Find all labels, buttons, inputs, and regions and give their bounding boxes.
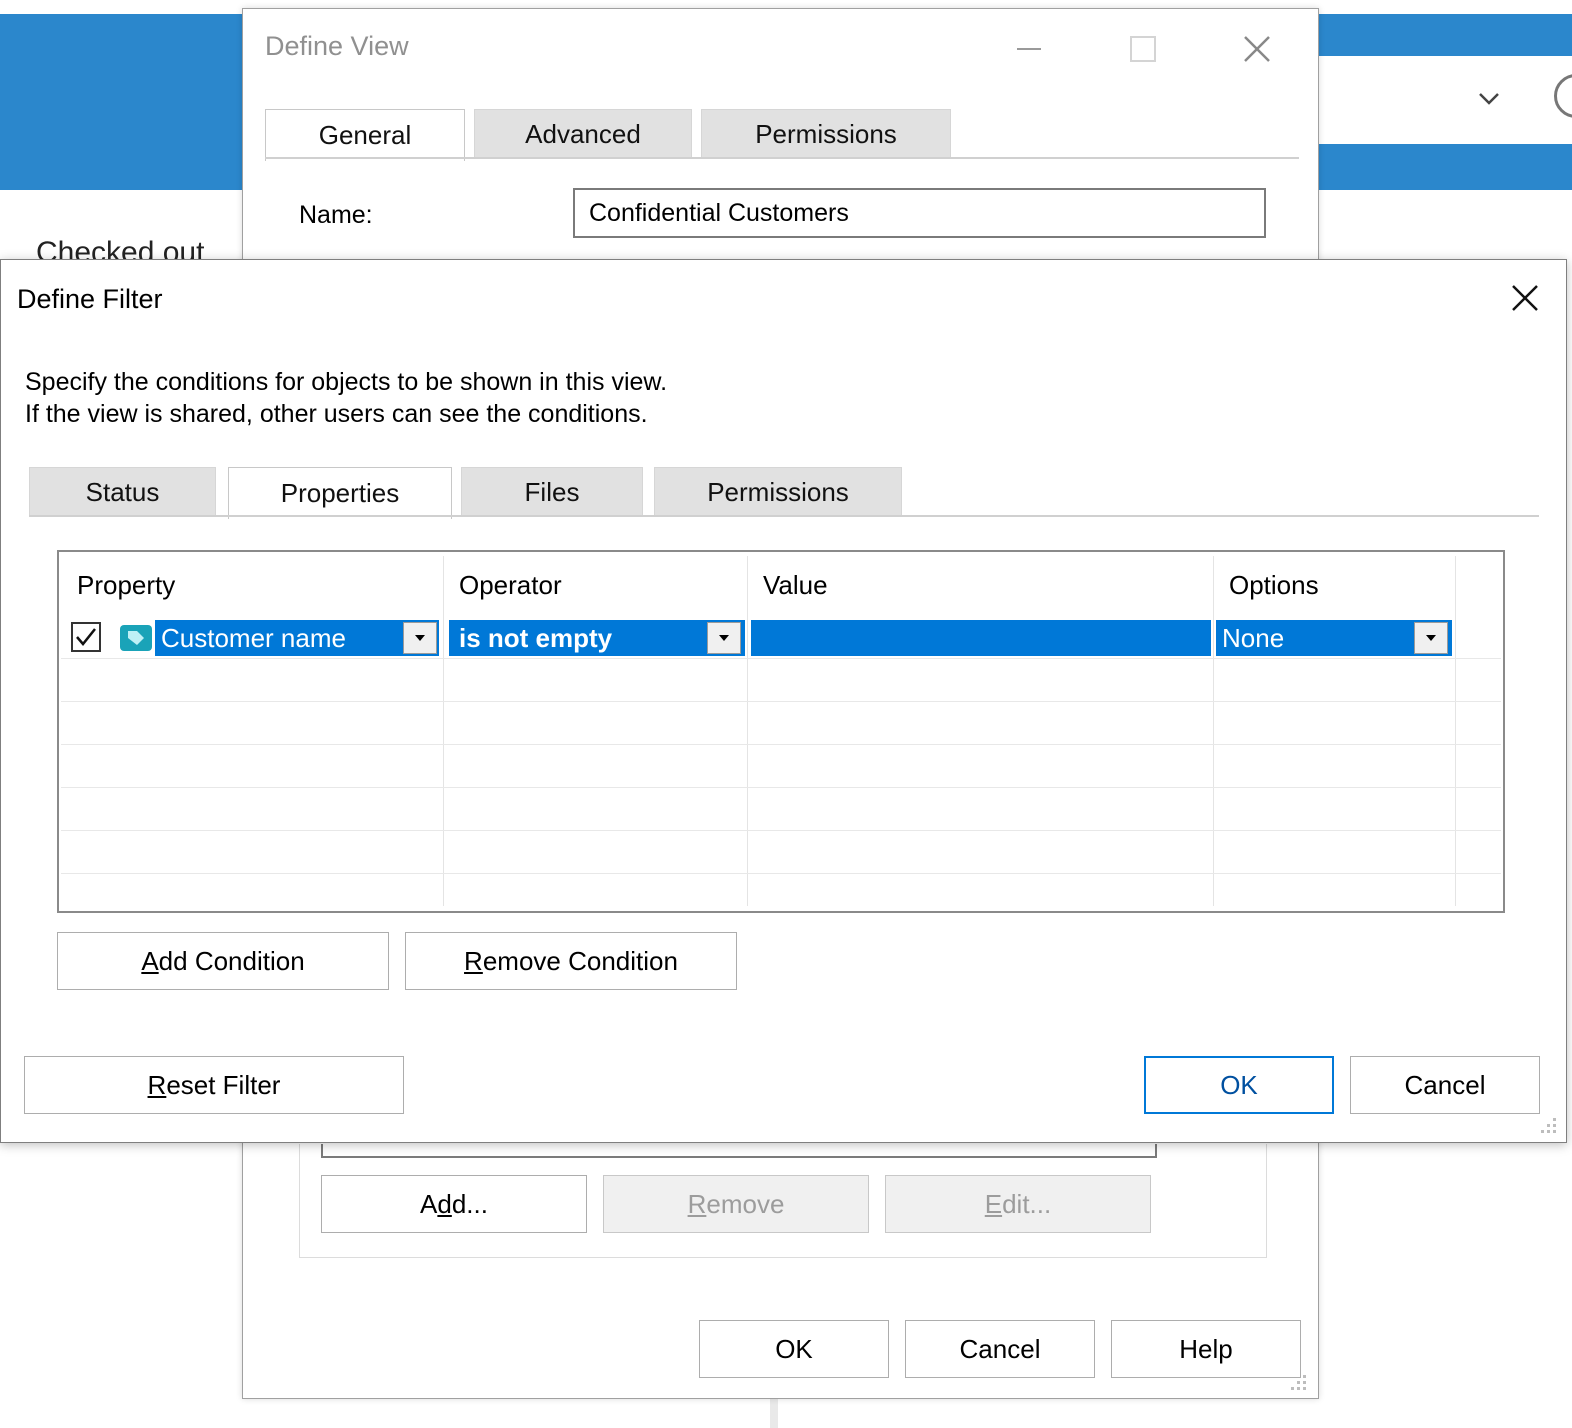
resize-grip-icon[interactable] <box>1535 1112 1559 1136</box>
column-header-operator[interactable]: Operator <box>459 570 562 601</box>
checkbox-checked-icon[interactable] <box>71 622 101 652</box>
property-cell[interactable]: Customer name <box>155 620 439 656</box>
reset-filter-label-accel: R <box>147 1069 167 1100</box>
add-button-label-accel: d <box>437 1188 452 1219</box>
add-condition-label-post: dd Condition <box>158 945 305 976</box>
resize-grip-icon[interactable] <box>1285 1369 1309 1393</box>
column-separator <box>1455 556 1456 906</box>
background-divider <box>770 1398 778 1428</box>
add-condition-label-accel: A <box>141 945 159 976</box>
column-header-options[interactable]: Options <box>1229 570 1319 601</box>
define-filter-title: Define Filter <box>17 284 163 314</box>
define-filter-dialog: Define Filter Specify the conditions for… <box>0 259 1567 1143</box>
tab-status[interactable]: Status <box>29 467 216 517</box>
define-view-title: Define View <box>265 31 409 61</box>
tab-general[interactable]: General <box>265 109 465 161</box>
tab-files[interactable]: Files <box>461 467 643 517</box>
app-header-search-area <box>1318 56 1572 144</box>
conditions-grid[interactable]: Property Operator Value Options Customer… <box>57 550 1505 913</box>
edit-button-label-post: dit... <box>1002 1188 1052 1219</box>
row-separator <box>61 701 1501 702</box>
add-button-label-post: d... <box>451 1188 488 1219</box>
column-header-value[interactable]: Value <box>763 570 828 601</box>
ok-button[interactable]: OK <box>1144 1056 1334 1114</box>
name-label: Name: <box>299 201 373 229</box>
row-separator <box>61 873 1501 874</box>
remove-button[interactable]: Remove <box>603 1175 869 1233</box>
remove-button-label-post: emove <box>706 1188 785 1219</box>
add-button-label-pre: A <box>420 1188 438 1219</box>
row-separator <box>61 744 1501 745</box>
remove-condition-label-post: emove Condition <box>482 945 678 976</box>
filter-description-line2: If the view is shared, other users can s… <box>25 400 648 428</box>
edit-button[interactable]: Edit... <box>885 1175 1151 1233</box>
reset-filter-label-post: eset Filter <box>166 1069 281 1100</box>
view-ok-button[interactable]: OK <box>699 1320 889 1378</box>
tab-properties[interactable]: Properties <box>228 467 452 519</box>
help-button[interactable]: Help <box>1111 1320 1301 1378</box>
add-button[interactable]: Ad d... <box>321 1175 587 1233</box>
column-separator <box>443 556 444 906</box>
remove-condition-label-accel: R <box>464 945 483 976</box>
add-condition-button[interactable]: Add Condition <box>57 932 389 990</box>
column-separator <box>747 556 748 906</box>
tab-advanced[interactable]: Advanced <box>474 109 692 159</box>
cancel-button[interactable]: Cancel <box>1350 1056 1540 1114</box>
filter-list-box[interactable] <box>321 1144 1157 1158</box>
minimize-icon[interactable] <box>1009 29 1049 69</box>
dropdown-arrow-icon[interactable] <box>707 622 741 654</box>
column-separator <box>1213 556 1214 906</box>
reset-filter-button[interactable]: Reset Filter <box>24 1056 404 1114</box>
operator-cell[interactable]: is not empty <box>449 620 745 656</box>
tab-permissions[interactable]: Permissions <box>701 109 951 159</box>
dropdown-arrow-icon[interactable] <box>403 622 437 654</box>
tab-strip-line <box>265 157 1299 159</box>
row-separator <box>61 830 1501 831</box>
maximize-icon[interactable] <box>1123 29 1163 69</box>
view-cancel-button[interactable]: Cancel <box>905 1320 1095 1378</box>
column-header-property[interactable]: Property <box>77 570 175 601</box>
close-icon[interactable] <box>1237 29 1277 69</box>
row-separator <box>61 658 1501 659</box>
tab-permissions[interactable]: Permissions <box>654 467 902 517</box>
value-cell[interactable] <box>751 620 1211 656</box>
close-icon[interactable] <box>1505 278 1545 318</box>
name-input[interactable]: Confidential Customers <box>573 188 1266 238</box>
filter-description-line1: Specify the conditions for objects to be… <box>25 368 668 396</box>
remove-button-label-accel: R <box>687 1188 707 1219</box>
tab-strip-line <box>29 515 1539 517</box>
row-separator <box>61 787 1501 788</box>
chevron-down-icon[interactable] <box>1474 84 1504 114</box>
dropdown-arrow-icon[interactable] <box>1414 622 1448 654</box>
edit-button-label-accel: E <box>984 1188 1003 1219</box>
remove-condition-button[interactable]: Remove Condition <box>405 932 737 990</box>
property-tag-icon <box>119 624 153 652</box>
